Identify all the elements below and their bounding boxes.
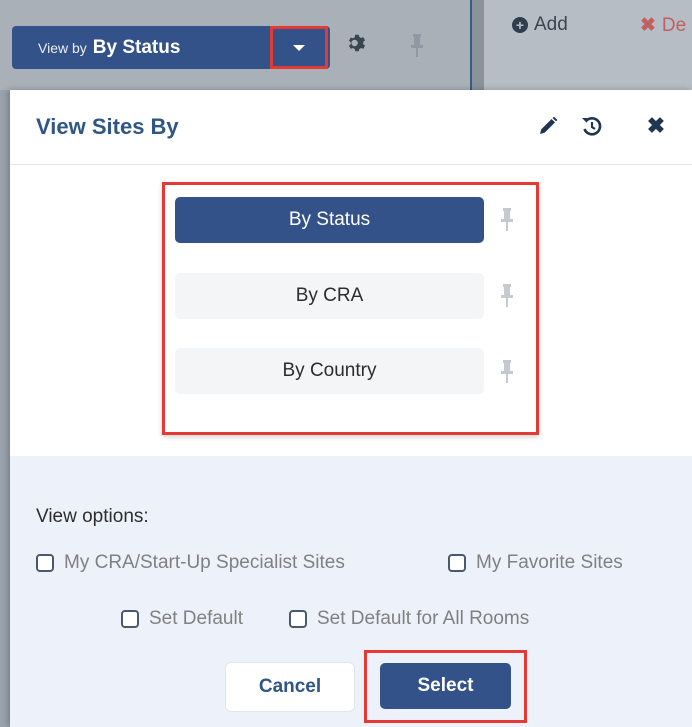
- pin-icon[interactable]: [410, 34, 424, 58]
- close-icon[interactable]: ✖: [644, 113, 668, 138]
- pencil-icon[interactable]: [536, 114, 560, 138]
- add-button[interactable]: + Add: [512, 14, 568, 36]
- add-label: Add: [534, 14, 568, 35]
- delete-label: De: [661, 15, 687, 36]
- checkbox-label: Set Default for All Rooms: [317, 608, 530, 629]
- checkbox-label: My Favorite Sites: [476, 552, 623, 573]
- pin-icon[interactable]: [500, 208, 514, 232]
- option-label: By CRA: [295, 285, 364, 306]
- undo-icon[interactable]: [580, 114, 604, 138]
- set-default-all-rooms-checkbox[interactable]: [289, 610, 307, 628]
- set-default-all-rooms-option[interactable]: Set Default for All Rooms: [289, 608, 529, 630]
- view-by-value: By Status: [92, 36, 181, 58]
- checkbox-label: Set Default: [149, 608, 243, 629]
- option-by-cra[interactable]: By CRA: [175, 273, 484, 319]
- select-button[interactable]: Select: [380, 663, 511, 709]
- cancel-button[interactable]: Cancel: [226, 663, 354, 711]
- select-highlight: Select: [364, 650, 527, 723]
- add-circle-icon: +: [512, 17, 528, 33]
- view-options-panel: View options: My CRA/Start-Up Specialist…: [10, 456, 692, 727]
- background-divider: [470, 0, 484, 90]
- my-cra-sites-checkbox[interactable]: [36, 554, 54, 572]
- pin-icon[interactable]: [500, 360, 514, 384]
- view-sites-modal: View Sites By ✖ By Status By CRA By Coun…: [10, 90, 692, 727]
- set-default-checkbox[interactable]: [121, 610, 139, 628]
- pin-icon[interactable]: [500, 284, 514, 308]
- caret-down-icon: [293, 44, 305, 51]
- modal-header: View Sites By ✖: [10, 90, 692, 165]
- option-label: By Country: [282, 360, 377, 381]
- checkbox-label: My CRA/Start-Up Specialist Sites: [64, 552, 345, 573]
- my-favorite-sites-checkbox[interactable]: [448, 554, 466, 572]
- my-favorite-sites-option[interactable]: My Favorite Sites: [448, 552, 623, 574]
- set-default-option[interactable]: Set Default: [121, 608, 243, 630]
- view-by-toggle-button[interactable]: [270, 26, 328, 69]
- modal-title: View Sites By: [36, 114, 179, 139]
- view-options-label: View options:: [36, 506, 149, 527]
- delete-button[interactable]: ✖ De: [640, 14, 686, 37]
- delete-x-icon: ✖: [640, 15, 656, 36]
- my-cra-sites-option[interactable]: My CRA/Start-Up Specialist Sites: [36, 552, 345, 574]
- option-label: By Status: [288, 209, 371, 230]
- option-by-country[interactable]: By Country: [175, 348, 484, 394]
- option-by-status[interactable]: By Status: [175, 197, 484, 243]
- gear-icon[interactable]: [346, 32, 368, 59]
- view-by-prefix: View by: [38, 39, 87, 56]
